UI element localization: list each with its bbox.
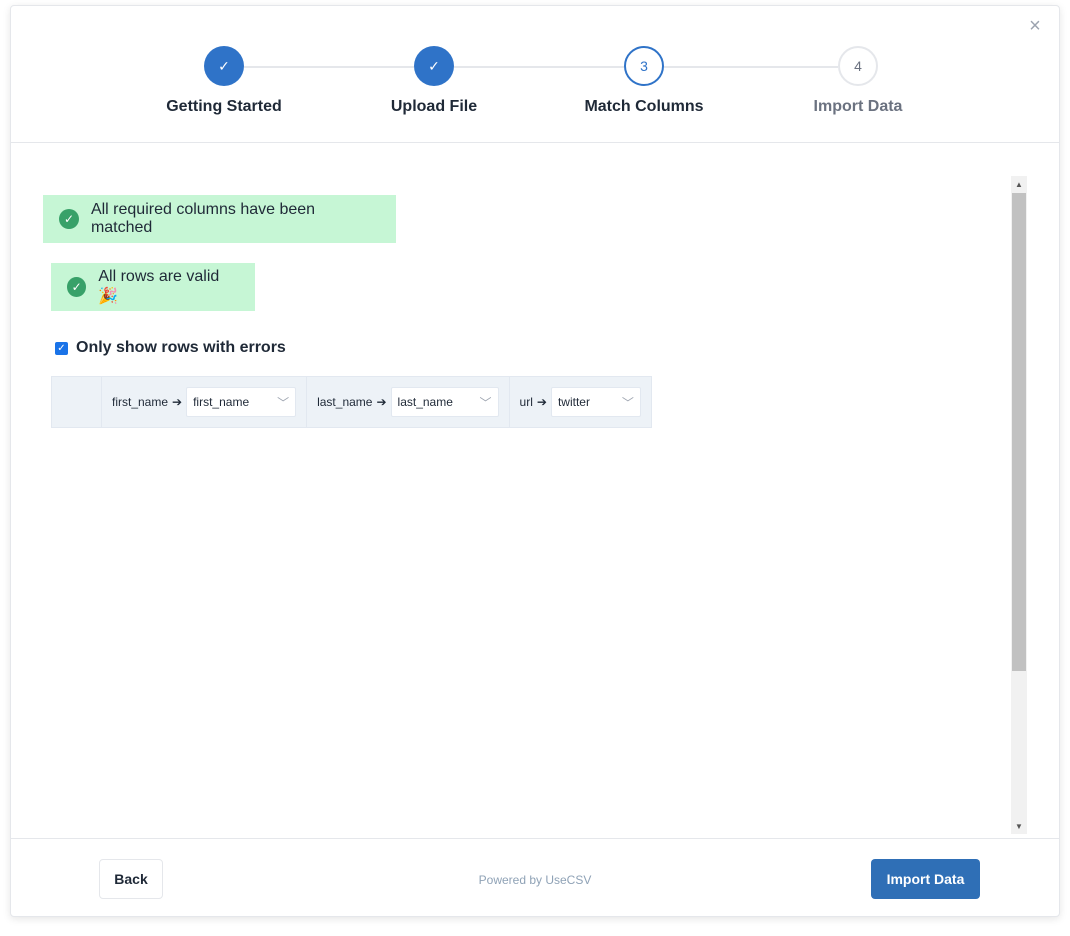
rows-valid-alert: ✓ All rows are valid 🎉 — [51, 263, 255, 311]
target-column-select[interactable]: first_name ﹀ — [186, 387, 297, 417]
step-label: Match Columns — [584, 98, 704, 115]
checkbox[interactable]: ✓ — [55, 341, 68, 355]
step-match-columns: 3 Match Columns — [544, 46, 744, 116]
scroll-up-icon[interactable]: ▲ — [1011, 176, 1027, 192]
column-match-table: first_name ➔ first_name ﹀ last_name ➔ la… — [51, 376, 652, 428]
check-icon: ✓ — [204, 46, 244, 86]
chevron-down-icon: ﹀ — [479, 395, 492, 410]
select-value: twitter — [557, 395, 590, 409]
step-label: Getting Started — [166, 98, 282, 115]
scroll-down-icon[interactable]: ▼ — [1011, 818, 1027, 834]
target-column-select[interactable]: twitter ﹀ — [550, 387, 641, 417]
target-column-select[interactable]: last_name ﹀ — [390, 387, 499, 417]
column-match-cell: url ➔ twitter ﹀ — [510, 377, 651, 427]
chevron-down-icon: ﹀ — [277, 395, 290, 410]
check-circle-icon: ✓ — [67, 277, 87, 297]
scrollbar-thumb[interactable] — [1012, 193, 1026, 671]
select-value: first_name — [193, 395, 250, 409]
step-import-data: 4 Import Data — [758, 46, 958, 116]
alert-text: All required columns have been matched — [90, 201, 316, 236]
required-columns-alert: ✓ All required columns have been matched — [43, 195, 396, 243]
step-number: 4 — [838, 46, 878, 86]
import-modal: × ✓ Getting Started ✓ Upload File 3 Matc… — [10, 5, 1060, 917]
step-upload-file: ✓ Upload File — [334, 46, 534, 116]
select-value: last_name — [397, 395, 453, 409]
vertical-scrollbar[interactable]: ▲ ▼ — [1011, 176, 1027, 834]
column-match-cell: last_name ➔ last_name ﹀ — [307, 377, 510, 427]
import-data-button[interactable]: Import Data — [871, 859, 980, 899]
column-match-cell: first_name ➔ first_name ﹀ — [102, 377, 308, 427]
errors-only-filter[interactable]: ✓ Only show rows with errors — [55, 339, 286, 357]
arrow-right-icon: ➔ — [172, 395, 183, 409]
source-column: first_name — [112, 395, 169, 409]
alert-text: All rows are valid 🎉 — [98, 268, 220, 305]
check-icon: ✓ — [414, 46, 454, 86]
step-label: Upload File — [390, 98, 478, 115]
arrow-right-icon: ➔ — [376, 395, 387, 409]
footer: Back Powered by UseCSV Import Data — [11, 838, 1059, 918]
step-number: 3 — [624, 46, 664, 86]
source-column: last_name — [317, 395, 373, 409]
filter-label: Only show rows with errors — [76, 339, 286, 356]
step-getting-started: ✓ Getting Started — [124, 46, 324, 116]
arrow-right-icon: ➔ — [536, 395, 547, 409]
match-content: ✓ All required columns have been matched… — [11, 143, 1059, 838]
step-label: Import Data — [813, 98, 903, 115]
source-column: url — [519, 395, 533, 409]
check-circle-icon: ✓ — [59, 209, 79, 229]
row-header-cell — [52, 377, 102, 427]
chevron-down-icon: ﹀ — [621, 395, 634, 410]
stepper: ✓ Getting Started ✓ Upload File 3 Match … — [11, 6, 1059, 143]
